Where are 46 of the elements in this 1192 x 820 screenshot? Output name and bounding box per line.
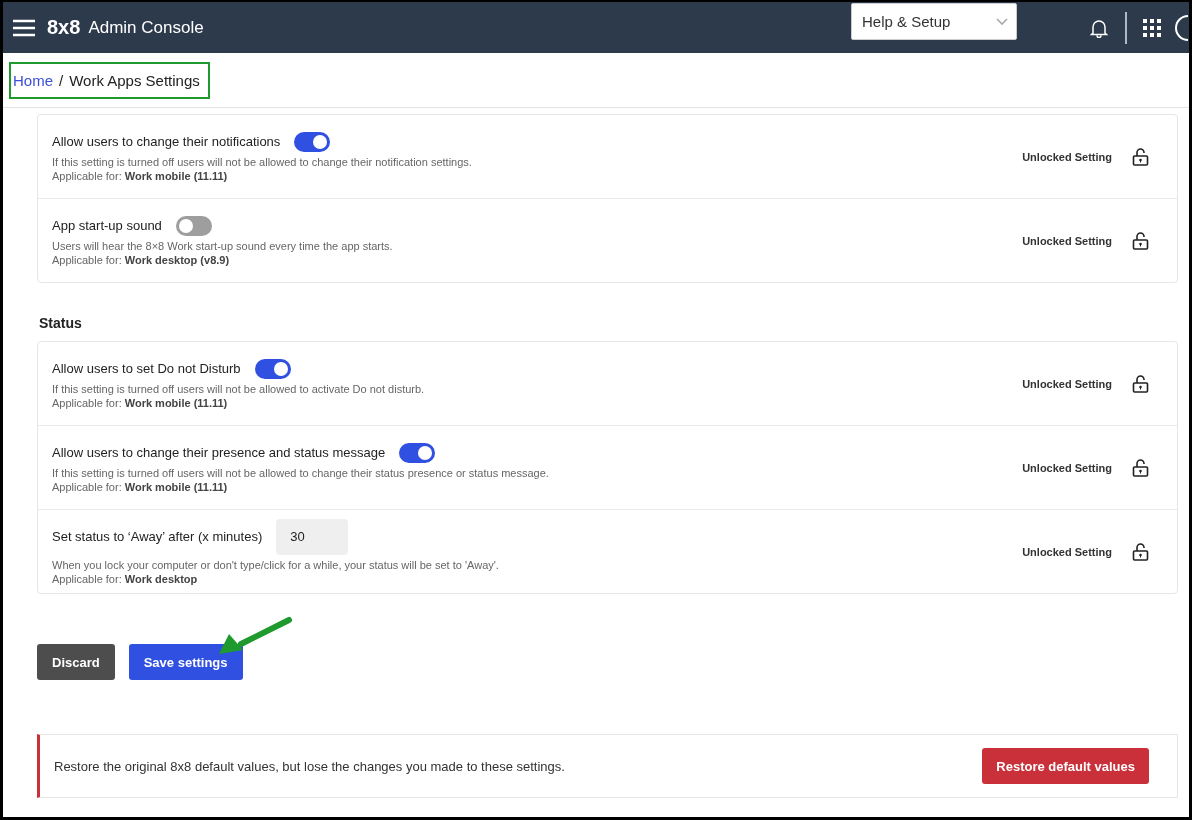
unlocked-padlock-icon[interactable] <box>1132 231 1149 250</box>
setting-label: Allow users to change their presence and status message <box>52 445 386 460</box>
applicable-text: Applicable for: Work mobile (11.11) <box>52 396 229 409</box>
breadcrumb-link[interactable]: Home <box>13 71 53 89</box>
lock-status: Unlocked Setting <box>1022 150 1112 163</box>
lock-status: Unlocked Setting <box>1022 461 1112 474</box>
chevron-down-icon <box>996 17 1008 26</box>
toggle-switch[interactable] <box>254 358 291 379</box>
save-button[interactable]: Save settings <box>128 644 243 680</box>
minutes-input[interactable]: 30 <box>276 518 349 555</box>
applicable-text: Applicable for: Work desktop <box>52 572 199 585</box>
unlocked-padlock-icon[interactable] <box>1132 458 1149 477</box>
toggle-switch[interactable] <box>399 442 436 463</box>
unlocked-padlock-icon[interactable] <box>1132 147 1149 166</box>
help-dropdown[interactable]: Help & Setup <box>851 3 1017 40</box>
breadcrumb-text: / <box>59 71 64 89</box>
unlocked-padlock-icon[interactable] <box>1132 374 1149 393</box>
logo: 8x8 <box>47 16 81 39</box>
setting-label: App start-up sound <box>52 218 162 233</box>
setting-description: If this setting is turned off users will not be allowed to change their status presence or status message. <box>52 466 550 479</box>
restore-button[interactable]: Restore default values <box>982 748 1149 784</box>
setting-description: Users will hear the 8×8 Work start-up sound every time the app starts. <box>52 239 394 252</box>
unlocked-padlock-icon[interactable] <box>1132 542 1149 561</box>
setting-label: Allow users to change their notifications <box>52 134 281 149</box>
setting-description: If this setting is turned off users will not be allowed to change their notification settings. <box>52 155 473 168</box>
applicable-text: Applicable for: Work mobile (11.11) <box>52 169 229 182</box>
setting-description: When you lock your computer or don't type/click for a while, your status will be set to 'Away'. <box>52 558 500 571</box>
lock-status: Unlocked Setting <box>1022 377 1112 390</box>
section-heading: Status <box>39 315 83 331</box>
menu-icon[interactable] <box>13 18 35 37</box>
apps-grid-icon[interactable] <box>1143 18 1161 37</box>
bell-icon[interactable] <box>1089 17 1109 38</box>
avatar-icon[interactable] <box>1175 14 1189 41</box>
applicable-text: Applicable for: Work mobile (11.11) <box>52 480 229 493</box>
discard-button[interactable]: Discard <box>37 644 115 680</box>
lock-status: Unlocked Setting <box>1022 234 1112 247</box>
setting-description: If this setting is turned off users will not be allowed to activate Do not disturb. <box>52 382 426 395</box>
toggle-switch[interactable] <box>175 215 212 236</box>
toggle-switch[interactable] <box>294 131 331 152</box>
lock-status: Unlocked Setting <box>1022 545 1112 558</box>
setting-label: Allow users to set Do not Disturb <box>52 361 241 376</box>
restore-message: Restore the original 8x8 default values, but lose the changes you made to these settings. <box>54 758 566 774</box>
breadcrumb-text: Work Apps Settings <box>69 71 200 89</box>
app-title: Admin Console <box>88 17 204 38</box>
setting-label: Set status to ‘Away’ after (x minutes) <box>52 529 263 544</box>
applicable-text: Applicable for: Work desktop (v8.9) <box>52 253 231 266</box>
